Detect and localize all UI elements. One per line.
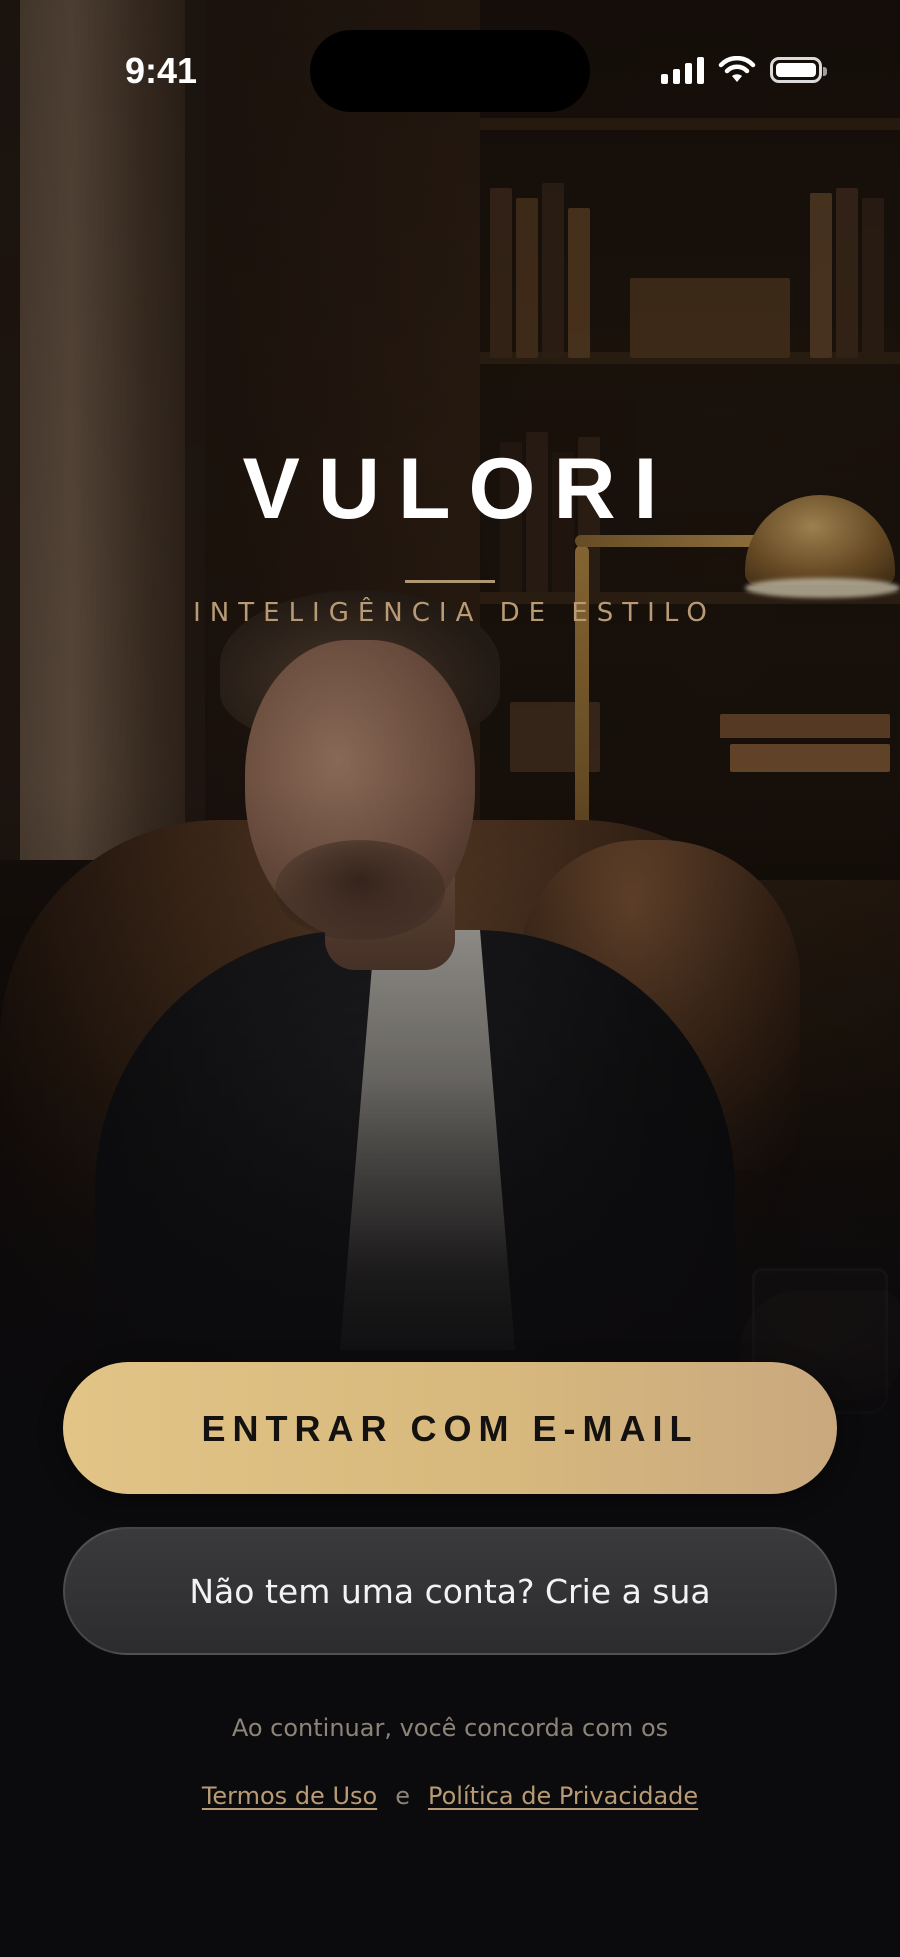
dark-gradient-overlay — [0, 0, 900, 1957]
battery-icon — [770, 57, 827, 83]
legal-conjunction: e — [395, 1782, 410, 1810]
login-email-button[interactable]: ENTRAR COM E-MAIL — [63, 1362, 837, 1494]
signal-icon — [661, 56, 704, 84]
privacy-link[interactable]: Política de Privacidade — [428, 1782, 698, 1810]
background-photo — [0, 0, 900, 1957]
dynamic-island — [310, 30, 590, 112]
legal-intro: Ao continuar, você concorda com os — [231, 1714, 669, 1742]
create-account-button[interactable]: Não tem uma conta? Crie a sua — [63, 1527, 837, 1655]
status-time: 9:41 — [125, 50, 198, 91]
status-icons — [661, 56, 827, 84]
legal-links: Termos de Uso e Política de Privacidade — [0, 1782, 900, 1810]
tagline: INTELIGÊNCIA DE ESTILO — [193, 598, 716, 628]
wifi-icon — [718, 56, 756, 82]
logo-divider — [405, 580, 495, 583]
app-logo: VULORI — [242, 441, 676, 537]
terms-link[interactable]: Termos de Uso — [202, 1782, 377, 1810]
